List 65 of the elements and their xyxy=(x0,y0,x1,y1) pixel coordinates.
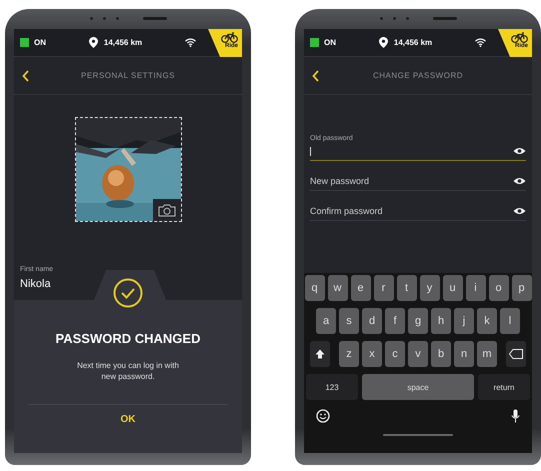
keyboard-key[interactable]: v xyxy=(408,341,428,367)
keyboard-key[interactable]: t xyxy=(396,275,416,301)
eye-icon[interactable] xyxy=(513,207,526,215)
keyboard-key[interactable]: z xyxy=(339,341,359,367)
field-placeholder: Confirm password xyxy=(310,206,383,216)
keyboard-key[interactable]: d xyxy=(362,308,382,334)
keyboard-key[interactable]: s xyxy=(339,308,359,334)
location-pin-icon xyxy=(88,36,98,48)
bicycle-icon xyxy=(221,32,238,43)
keyboard-key[interactable]: x xyxy=(362,341,382,367)
distance-reading: 14,456 km xyxy=(104,38,142,47)
wifi-icon xyxy=(475,38,486,47)
keyboard-key[interactable]: e xyxy=(350,275,370,301)
keyboard-key[interactable]: u xyxy=(442,275,462,301)
keyboard-key[interactable]: j xyxy=(454,308,474,334)
camera-icon xyxy=(158,204,176,216)
keyboard-key[interactable]: l xyxy=(500,308,520,334)
keyboard-key[interactable]: q xyxy=(304,275,324,301)
power-indicator-icon xyxy=(310,38,319,47)
keyboard-key[interactable]: b xyxy=(431,341,451,367)
numbers-key[interactable]: 123 xyxy=(306,374,358,400)
space-key[interactable]: space xyxy=(362,374,474,400)
keyboard-key[interactable]: n xyxy=(454,341,474,367)
shift-arrow-icon xyxy=(315,349,325,359)
keyboard-key[interactable]: a xyxy=(316,308,336,334)
check-circle-icon xyxy=(113,278,143,308)
eye-icon[interactable] xyxy=(513,147,526,155)
keyboard-key[interactable]: p xyxy=(512,275,532,301)
bicycle-icon xyxy=(511,32,528,43)
keyboard-key[interactable]: k xyxy=(477,308,497,334)
dialog-message: Next time you can log in with new password. xyxy=(76,360,180,382)
wifi-icon xyxy=(185,38,196,47)
first-name-value: Nikola xyxy=(20,278,51,290)
screen-title: CHANGE PASSWORD xyxy=(372,71,464,80)
field-placeholder: New password xyxy=(310,176,370,186)
location-pin-icon xyxy=(378,36,388,48)
keyboard-key[interactable]: c xyxy=(385,341,405,367)
password-field[interactable]: New password xyxy=(310,172,526,191)
eye-icon[interactable] xyxy=(513,177,526,185)
power-indicator-icon xyxy=(20,38,29,47)
password-field[interactable]: Confirm password xyxy=(310,202,526,221)
keyboard-key[interactable]: h xyxy=(431,308,451,334)
keyboard-key[interactable]: g xyxy=(408,308,428,334)
keyboard-key[interactable]: y xyxy=(420,275,440,301)
camera-button[interactable] xyxy=(152,199,180,221)
shift-key[interactable] xyxy=(310,341,330,367)
screen-title: PERSONAL SETTINGS xyxy=(80,71,176,80)
keyboard-key[interactable]: w xyxy=(328,275,348,301)
ok-button[interactable]: OK xyxy=(114,413,142,426)
emoji-icon[interactable] xyxy=(316,409,330,423)
keyboard-key[interactable]: m xyxy=(477,341,497,367)
backspace-icon xyxy=(509,349,523,359)
power-status: ON xyxy=(34,38,46,47)
dialog-title: PASSWORD CHANGED xyxy=(56,331,200,346)
keyboard-key[interactable]: i xyxy=(466,275,486,301)
return-key[interactable]: return xyxy=(478,374,530,400)
keyboard-key[interactable]: f xyxy=(385,308,405,334)
distance-reading: 14,456 km xyxy=(394,38,432,47)
keyboard-key[interactable]: o xyxy=(488,275,508,301)
power-status: ON xyxy=(324,38,336,47)
backspace-key[interactable] xyxy=(506,341,526,367)
chevron-left-icon xyxy=(312,70,319,82)
microphone-icon[interactable] xyxy=(511,409,520,423)
keyboard-key[interactable]: r xyxy=(374,275,394,301)
chevron-left-icon xyxy=(22,70,29,82)
